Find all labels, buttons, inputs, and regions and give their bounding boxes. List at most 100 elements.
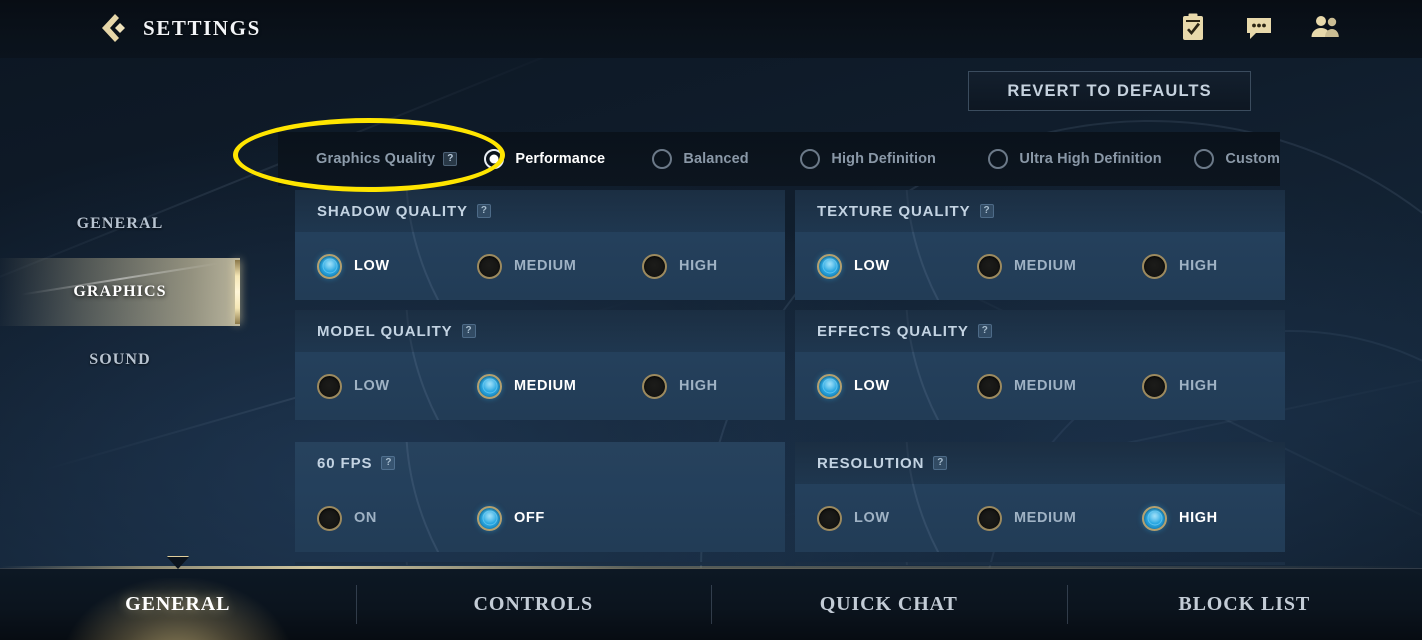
option-low[interactable]: LOW [317, 253, 477, 279]
radio-indicator[interactable] [1142, 373, 1167, 399]
option-off[interactable]: OFF [477, 505, 642, 531]
help-icon[interactable]: ? [461, 324, 476, 338]
help-icon[interactable]: ? [381, 456, 396, 470]
option-label: Custom [1225, 151, 1280, 167]
tab-general[interactable]: GENERAL [0, 557, 356, 640]
radio-indicator[interactable] [977, 505, 1002, 531]
radio-indicator[interactable] [317, 253, 342, 279]
option-label: MEDIUM [1014, 510, 1077, 526]
chevron-down-icon [166, 557, 189, 569]
radio-indicator[interactable] [642, 373, 667, 399]
sidebar-item-label: GENERAL [76, 215, 164, 232]
option-low[interactable]: LOW [817, 253, 977, 279]
option-high[interactable]: HIGH [642, 253, 718, 279]
option-medium[interactable]: MEDIUM [977, 253, 1142, 279]
option-medium[interactable]: MEDIUM [477, 373, 642, 399]
option-low[interactable]: LOW [817, 373, 977, 399]
option-label: HIGH [1179, 378, 1218, 394]
panel-header: TEXTURE QUALITY? [795, 190, 1285, 232]
option-high[interactable]: HIGH [1142, 505, 1218, 531]
radio-indicator[interactable] [977, 373, 1002, 399]
help-icon[interactable]: ? [443, 152, 458, 166]
revert-to-defaults-button[interactable]: REVERT TO DEFAULTS [968, 71, 1251, 111]
friends-icon[interactable] [1310, 12, 1340, 42]
radio-indicator[interactable] [1194, 149, 1215, 169]
option-label: OFF [514, 510, 545, 526]
back-button[interactable]: SETTINGS [95, 11, 261, 45]
radio-indicator[interactable] [817, 373, 842, 399]
sidebar-item-label: SOUND [89, 351, 151, 368]
tab-label: CONTROLS [473, 593, 593, 615]
radio-indicator[interactable] [477, 373, 502, 399]
option-label: MEDIUM [1014, 258, 1077, 274]
graphics-quality-option-ultra-high-definition[interactable]: Ultra High Definition [988, 149, 1194, 169]
top-icon-group [1178, 12, 1340, 42]
tab-label: BLOCK LIST [1178, 593, 1311, 615]
radio-indicator[interactable] [652, 149, 673, 169]
tab-block-list[interactable]: BLOCK LIST [1066, 569, 1422, 640]
tab-label: GENERAL [125, 593, 231, 615]
panel-header: MODEL QUALITY? [295, 310, 785, 352]
radio-indicator[interactable] [317, 373, 342, 399]
graphics-quality-options: Performance Balanced High Definition Ultra … [484, 149, 1280, 169]
radio-indicator[interactable] [800, 149, 821, 169]
option-high[interactable]: HIGH [1142, 253, 1218, 279]
graphics-quality-label-group: Graphics Quality ? [316, 151, 484, 167]
help-icon[interactable]: ? [977, 324, 992, 338]
option-high[interactable]: HIGH [642, 373, 718, 399]
option-label: Balanced [683, 151, 749, 167]
panel-row: MODEL QUALITY? LOW MEDIUM HIGH EFFECTS QUALI… [295, 310, 1285, 420]
panel-options: LOW MEDIUM HIGH [295, 352, 785, 420]
graphics-quality-option-high-definition[interactable]: High Definition [800, 149, 988, 169]
radio-indicator[interactable] [317, 505, 342, 531]
radio-indicator[interactable] [477, 253, 502, 279]
panel-options: LOW MEDIUM HIGH [295, 232, 785, 300]
panel-row: POST-PROCESSING? FLOATING TEXT? [295, 562, 1285, 565]
sidebar-nav: GENERAL GRAPHICS SOUND [0, 190, 240, 394]
setting-panel-floating-text: FLOATING TEXT? [795, 562, 1285, 565]
panel-title: EFFECTS QUALITY [817, 322, 969, 340]
radio-indicator[interactable] [817, 253, 842, 279]
setting-panel-texture-quality: TEXTURE QUALITY? LOW MEDIUM HIGH [795, 190, 1285, 300]
sidebar-item-graphics[interactable]: GRAPHICS [0, 258, 240, 326]
radio-indicator[interactable] [642, 253, 667, 279]
option-label: LOW [854, 378, 890, 394]
sidebar-item-sound[interactable]: SOUND [0, 326, 240, 394]
radio-indicator[interactable] [477, 505, 502, 531]
help-icon[interactable]: ? [476, 204, 491, 218]
panel-header: 60 FPS? [295, 442, 785, 484]
top-bar: SETTINGS [0, 0, 1422, 58]
option-low[interactable]: LOW [817, 505, 977, 531]
graphics-quality-option-performance[interactable]: Performance [484, 149, 652, 169]
setting-panel-post-processing: POST-PROCESSING? [295, 562, 785, 565]
radio-indicator[interactable] [988, 149, 1009, 169]
setting-panel-resolution: RESOLUTION? LOW MEDIUM HIGH [795, 442, 1285, 552]
help-icon[interactable]: ? [933, 456, 948, 470]
option-medium[interactable]: MEDIUM [477, 253, 642, 279]
option-label: Performance [515, 151, 606, 167]
radio-indicator[interactable] [1142, 253, 1167, 279]
tab-quick-chat[interactable]: QUICK CHAT [711, 569, 1067, 640]
sidebar-item-label: GRAPHICS [73, 283, 167, 300]
tab-controls[interactable]: CONTROLS [355, 569, 712, 640]
option-label: LOW [854, 510, 890, 526]
option-high[interactable]: HIGH [1142, 373, 1218, 399]
chat-bubble-icon[interactable] [1244, 12, 1274, 42]
radio-indicator[interactable] [977, 253, 1002, 279]
help-icon[interactable]: ? [979, 204, 994, 218]
radio-indicator[interactable] [817, 505, 842, 531]
graphics-quality-option-balanced[interactable]: Balanced [652, 149, 800, 169]
option-on[interactable]: ON [317, 505, 477, 531]
option-medium[interactable]: MEDIUM [977, 373, 1142, 399]
option-low[interactable]: LOW [317, 373, 477, 399]
page-title: SETTINGS [143, 15, 261, 40]
option-label: HIGH [679, 378, 718, 394]
radio-indicator[interactable] [484, 149, 505, 169]
radio-indicator[interactable] [1142, 505, 1167, 531]
graphics-quality-option-custom[interactable]: Custom [1194, 149, 1280, 169]
panel-options: LOW MEDIUM HIGH [795, 352, 1285, 420]
sidebar-item-general[interactable]: GENERAL [0, 190, 240, 258]
missions-clipboard-icon[interactable] [1178, 12, 1208, 42]
option-medium[interactable]: MEDIUM [977, 505, 1142, 531]
option-label: Ultra High Definition [1019, 151, 1162, 167]
